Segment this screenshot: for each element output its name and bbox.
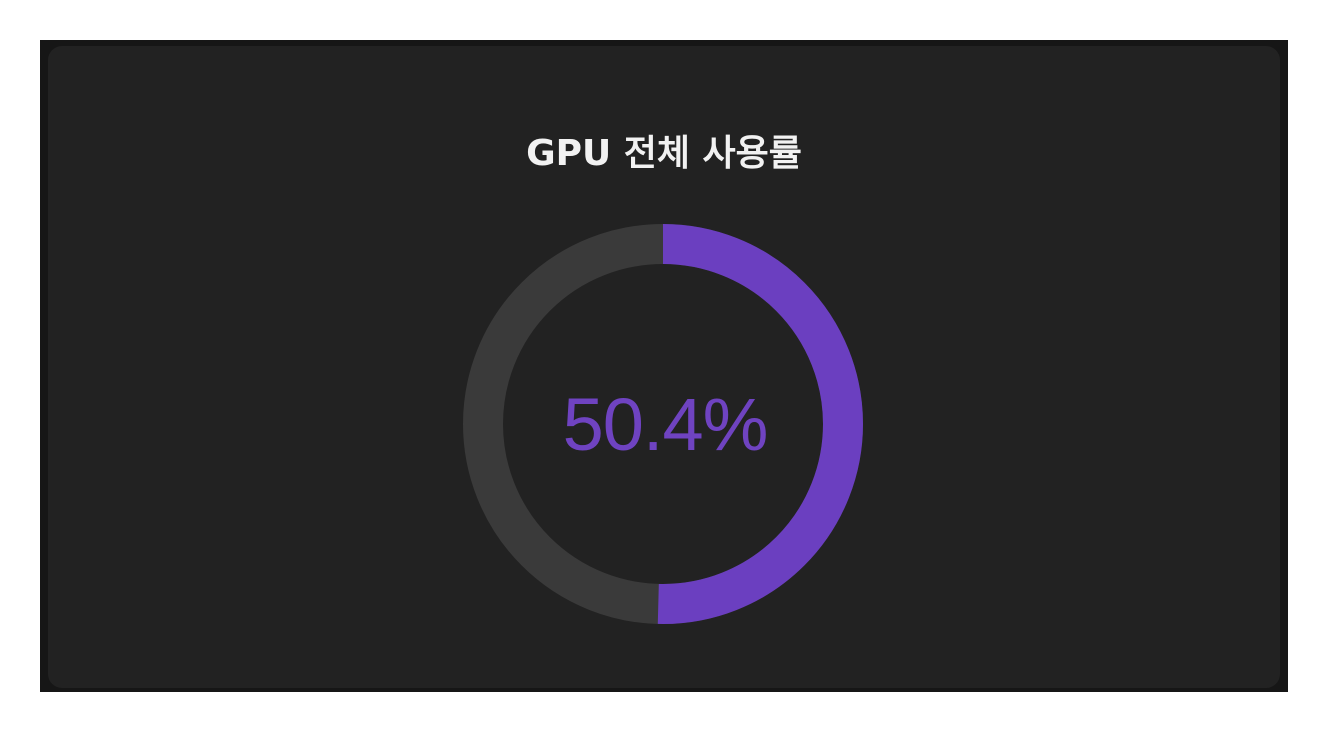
usage-percent-value: 50.4% — [562, 382, 769, 466]
card-title: GPU 전체 사용률 — [526, 133, 802, 174]
